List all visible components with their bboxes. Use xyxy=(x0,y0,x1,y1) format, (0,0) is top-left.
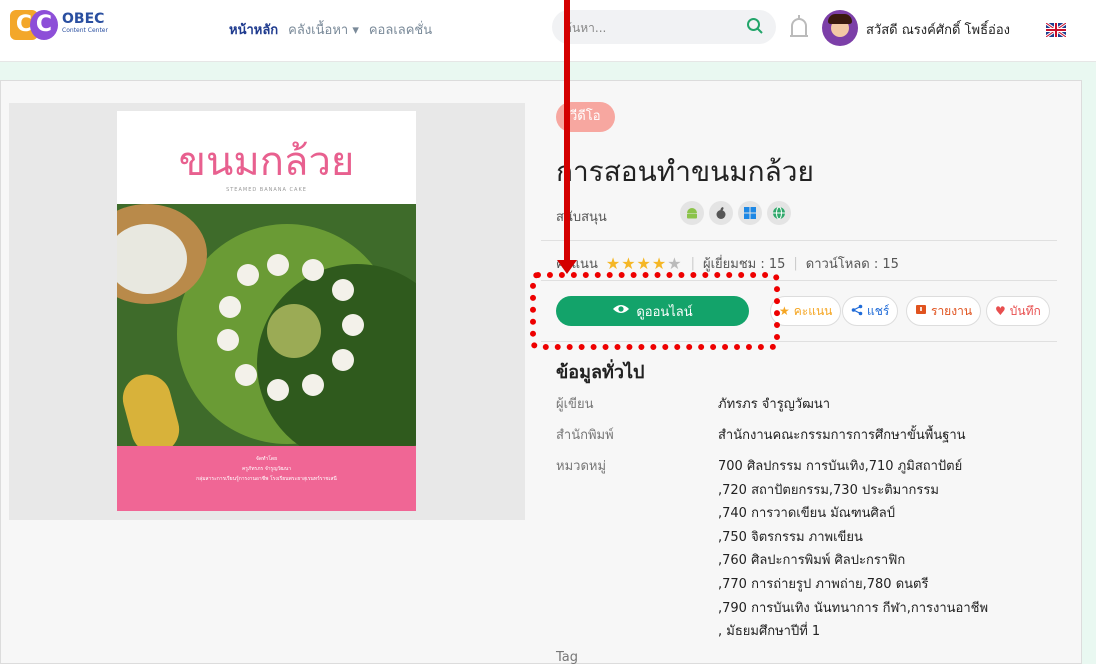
rate-label: คะแนน xyxy=(793,303,833,318)
author-label: ผู้เขียน xyxy=(556,397,594,412)
cover-subtitle: STEAMED BANANA CAKE xyxy=(226,187,307,193)
category-line: ,790 การบันเทิง นันทนาการ กีฬา,การงานอาช… xyxy=(718,600,989,616)
photo-cake xyxy=(302,374,324,396)
category-label: หมวดหมู่ xyxy=(556,459,607,474)
cover-footer-line: ครูภัทรภร จำรูญวัฒนา xyxy=(241,466,292,472)
cover-title: ขนมกล้วย xyxy=(178,139,355,185)
logo-sub: Content Center xyxy=(62,27,108,34)
heart-icon: ♥ xyxy=(995,304,1006,318)
general-info-heading: ข้อมูลทั่วไป xyxy=(556,362,645,383)
save-label: บันทึก xyxy=(1009,303,1041,318)
apple-icon xyxy=(709,201,733,225)
tag-label: Tag xyxy=(556,650,579,664)
cover-footer-line: จัดทำโดย xyxy=(255,456,278,462)
annotation-arrow xyxy=(564,0,570,264)
category-line: ,740 การวาดเขียน มัณฑนศิลป์ xyxy=(718,506,896,522)
category-line: ,720 สถาปัตยกรรม,730 ประติมากรรม xyxy=(718,482,939,498)
nav-home[interactable]: หน้าหลัก xyxy=(229,19,278,40)
nav-collections[interactable]: คอลเลคชั่น xyxy=(369,19,432,40)
photo-banana xyxy=(117,369,185,446)
category-line: ,750 จิตรกรรม ภาพเขียน xyxy=(718,529,863,545)
share-label: แชร์ xyxy=(867,303,890,318)
photo-cake xyxy=(217,329,239,351)
share-icon xyxy=(851,304,863,319)
windows-icon xyxy=(738,201,762,225)
category-line: , มัธยมศึกษาปีที่ 1 xyxy=(718,624,821,640)
share-button[interactable]: แชร์ xyxy=(842,296,899,326)
stats-row: คะแนน ★★★★★ | ผู้เยี่ยมชม : 15 | ดาวน์โห… xyxy=(556,253,899,274)
star-icon: ★ xyxy=(779,304,790,318)
avatar-hair xyxy=(828,14,852,24)
book-cover: ขนมกล้วย STEAMED BANANA CAKE จัดทำโดย คร… xyxy=(117,111,416,511)
logo[interactable]: C C OBEC Content Center xyxy=(10,10,120,40)
report-label: รายงาน xyxy=(931,303,973,318)
photo-cake-center xyxy=(267,304,321,358)
rating-stars: ★★★★★ xyxy=(605,254,683,273)
photo-cake xyxy=(267,379,289,401)
category-line: 700 ศิลปกรรม การบันเทิง,710 ภูมิสถาปัตย์ xyxy=(718,459,963,474)
cover-photo xyxy=(117,204,416,446)
rate-button[interactable]: ★ คะแนน xyxy=(770,296,842,326)
author-value: ภัทรภร จำรูญวัฒนา xyxy=(718,397,831,412)
android-icon xyxy=(680,201,704,225)
search-icon[interactable] xyxy=(746,17,764,39)
category-line: ,770 การถ่ายรูป ภาพถ่าย,780 ดนตรี xyxy=(718,576,929,592)
search-placeholder: ค้นหา... xyxy=(564,21,607,35)
downloads-count: ดาวน์โหลด : 15 xyxy=(805,257,899,272)
report-button[interactable]: รายงาน xyxy=(906,296,982,326)
publisher-label: สำนักพิมพ์ xyxy=(556,428,614,443)
bell-icon[interactable] xyxy=(788,12,810,48)
annotation-highlight-box xyxy=(530,272,780,350)
save-button[interactable]: ♥ บันทึก xyxy=(986,296,1050,326)
nav-content-library[interactable]: คลังเนื้อหา ▾ xyxy=(288,19,359,40)
logo-c2: C xyxy=(30,10,58,40)
category-line: ,760 ศิลปะการพิมพ์ ศิลปะกราฟิก xyxy=(718,553,906,569)
photo-cake xyxy=(235,364,257,386)
photo-cake xyxy=(342,314,364,336)
content-title: การสอนทำขนมกล้วย xyxy=(556,155,814,188)
separator: | xyxy=(690,256,695,271)
nav-links: หน้าหลัก คลังเนื้อหา ▾ คอลเลคชั่น xyxy=(229,19,432,40)
logo-brand: OBEC xyxy=(62,11,105,27)
cover-footer-line: กลุ่มสาระการเรียนรู้การงานอาชีพ โรงเรียน… xyxy=(196,476,337,482)
uk-flag-icon[interactable] xyxy=(1045,21,1067,39)
category-values: 700 ศิลปกรรม การบันเทิง,710 ภูมิสถาปัตย์… xyxy=(718,455,1038,644)
avatar[interactable] xyxy=(822,10,858,46)
separator: | xyxy=(793,256,798,271)
web-icon xyxy=(767,201,791,225)
views-count: ผู้เยี่ยมชม : 15 xyxy=(702,257,786,272)
flag-report-icon xyxy=(915,304,927,319)
photo-cake xyxy=(219,296,241,318)
photo-cake xyxy=(302,259,324,281)
cover-footer: จัดทำโดย ครูภัทรภร จำรูญวัฒนา กลุ่มสาระก… xyxy=(117,446,416,511)
photo-cake xyxy=(267,254,289,276)
photo-cake xyxy=(332,279,354,301)
user-name[interactable]: สวัสดี ณรงค์ศักดิ์ โพธิ์อ่อง xyxy=(866,19,1010,40)
photo-cake xyxy=(237,264,259,286)
divider xyxy=(541,240,1057,241)
publisher-value: สำนักงานคณะกรรมการการศึกษาขั้นพื้นฐาน xyxy=(718,428,966,443)
navbar: C C OBEC Content Center หน้าหลัก คลังเนื… xyxy=(0,0,1096,62)
photo-cake xyxy=(332,349,354,371)
search-input[interactable]: ค้นหา... xyxy=(552,10,776,44)
platform-icons xyxy=(680,201,791,225)
